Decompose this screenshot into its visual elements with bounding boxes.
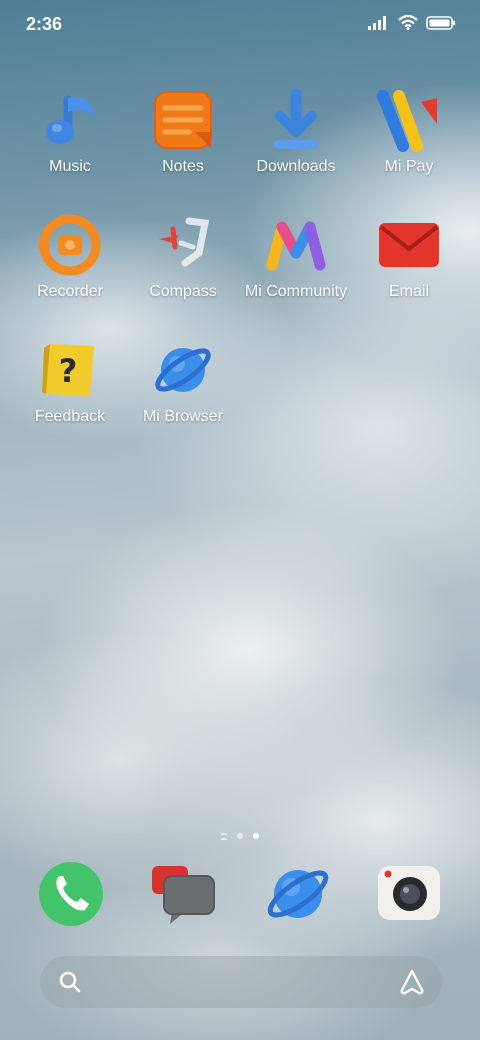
page-dot-active xyxy=(253,833,259,839)
svg-text:?: ? xyxy=(59,352,78,390)
dock-camera[interactable] xyxy=(374,858,446,930)
recorder-icon xyxy=(36,213,102,277)
app-label: Mi Community xyxy=(244,283,348,300)
page-indicator-list xyxy=(221,832,227,840)
app-downloads[interactable]: Downloads xyxy=(241,88,351,176)
status-bar: 2:36 xyxy=(0,0,480,50)
feedback-icon: ? xyxy=(38,338,102,402)
search-bar[interactable] xyxy=(40,956,442,1008)
mi-browser-icon xyxy=(151,338,215,402)
app-label: Compass xyxy=(149,283,217,300)
dock-browser[interactable] xyxy=(262,858,334,930)
app-compass[interactable]: Compass xyxy=(128,213,238,301)
camera-icon xyxy=(378,866,440,920)
app-notes[interactable]: Notes xyxy=(128,88,238,176)
signal-icon xyxy=(368,15,386,30)
wifi-icon xyxy=(398,15,418,30)
app-recorder[interactable]: Recorder xyxy=(15,213,125,301)
app-label: Notes xyxy=(162,158,204,175)
app-label: Mi Browser xyxy=(142,408,223,425)
compass-icon xyxy=(151,213,215,277)
page-indicator[interactable] xyxy=(200,830,280,842)
notes-icon xyxy=(151,88,215,152)
app-mi-pay[interactable]: Mi Pay xyxy=(354,88,464,176)
app-mi-community[interactable]: Mi Community xyxy=(241,213,351,301)
phone-icon xyxy=(39,862,103,926)
messaging-icon xyxy=(152,866,215,924)
search-icon xyxy=(59,971,81,993)
status-time: 2:36 xyxy=(26,14,63,34)
app-label: Recorder xyxy=(37,283,103,300)
downloads-icon xyxy=(264,88,328,152)
assistant-icon[interactable] xyxy=(398,968,426,996)
app-label: Downloads xyxy=(256,158,336,175)
app-label: Feedback xyxy=(34,408,106,425)
home-screen: 2:36 Music Notes Downloads Mi Pay Record… xyxy=(0,0,480,1040)
app-label: Music xyxy=(49,158,91,175)
app-feedback[interactable]: ? Feedback xyxy=(15,338,125,426)
page-dot xyxy=(237,833,243,839)
music-icon xyxy=(38,88,102,152)
app-mi-browser[interactable]: Mi Browser xyxy=(128,338,238,426)
mi-pay-icon xyxy=(377,88,441,152)
dock-messaging[interactable] xyxy=(148,858,220,930)
browser-icon xyxy=(267,870,329,918)
app-music[interactable]: Music xyxy=(15,88,125,176)
email-icon xyxy=(377,213,441,277)
app-email[interactable]: Email xyxy=(354,213,464,301)
app-label: Email xyxy=(388,283,429,300)
battery-icon xyxy=(426,15,455,30)
app-label: Mi Pay xyxy=(384,158,434,175)
dock-phone[interactable] xyxy=(35,858,107,930)
mi-community-icon xyxy=(264,213,328,277)
